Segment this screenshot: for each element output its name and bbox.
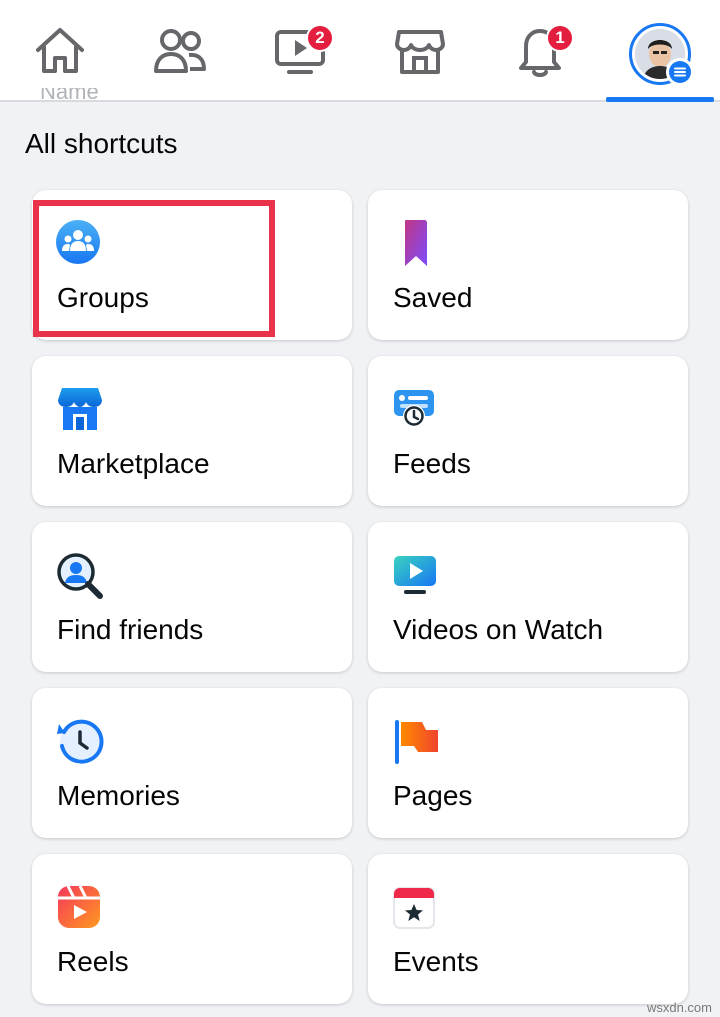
hamburger-icon	[669, 61, 691, 83]
shortcut-card-memories[interactable]: Memories	[32, 688, 352, 838]
nav-tab-menu[interactable]	[629, 23, 694, 86]
shortcut-card-groups[interactable]: Groups	[32, 190, 352, 340]
shortcut-label: Marketplace	[57, 448, 210, 479]
menu-badge	[666, 58, 694, 86]
shortcut-card-marketplace[interactable]: Marketplace	[32, 356, 352, 506]
active-tab-indicator	[606, 97, 714, 102]
memories-icon	[57, 719, 104, 764]
calendar-icon	[393, 887, 435, 929]
feeds-icon	[394, 390, 434, 427]
shortcut-card-find-friends[interactable]: Find friends	[32, 522, 352, 672]
shortcut-label: Pages	[393, 780, 473, 811]
shortcut-label: Videos on Watch	[393, 614, 604, 645]
shortcut-label: Memories	[57, 780, 180, 811]
watch-badge: 2	[306, 24, 334, 52]
friends-icon	[154, 29, 206, 73]
shortcut-card-events[interactable]: Events	[368, 854, 688, 1004]
shortcut-card-reels[interactable]: Reels	[32, 854, 352, 1004]
nav-tab-notifications[interactable]: 1	[486, 0, 594, 102]
shortcut-label: Feeds	[393, 448, 471, 479]
find-friends-icon	[57, 553, 103, 599]
marketplace-shop-icon	[58, 388, 102, 430]
marketplace-icon	[395, 30, 445, 74]
shortcut-label: Events	[393, 946, 479, 977]
nav-tab-home[interactable]	[6, 0, 114, 102]
groups-icon	[56, 220, 100, 264]
shortcut-label: Reels	[57, 946, 129, 977]
video-icon	[394, 556, 436, 594]
top-navigation-bar: 2 1	[0, 0, 720, 102]
notifications-badge: 1	[546, 24, 574, 52]
flag-icon	[395, 720, 438, 764]
section-title: All shortcuts	[25, 128, 178, 159]
shortcut-label: Saved	[393, 282, 473, 313]
nav-tab-marketplace[interactable]	[366, 0, 474, 102]
shortcut-card-feeds[interactable]: Feeds	[368, 356, 688, 506]
watermark: wsxdn.com	[646, 1000, 712, 1015]
shortcut-label: Groups	[57, 282, 149, 313]
shortcut-label: Find friends	[57, 614, 204, 645]
shortcut-card-saved[interactable]: Saved	[368, 190, 688, 340]
shortcut-card-pages[interactable]: Pages	[368, 688, 688, 838]
nav-tab-friends[interactable]	[126, 0, 234, 102]
reels-icon	[58, 885, 100, 928]
home-icon	[36, 28, 84, 73]
shortcut-card-videos-on-watch[interactable]: Videos on Watch	[368, 522, 688, 672]
scrolled-faded-text: Name	[40, 88, 99, 104]
bookmark-icon	[405, 220, 427, 266]
nav-tab-watch[interactable]: 2	[246, 0, 354, 102]
